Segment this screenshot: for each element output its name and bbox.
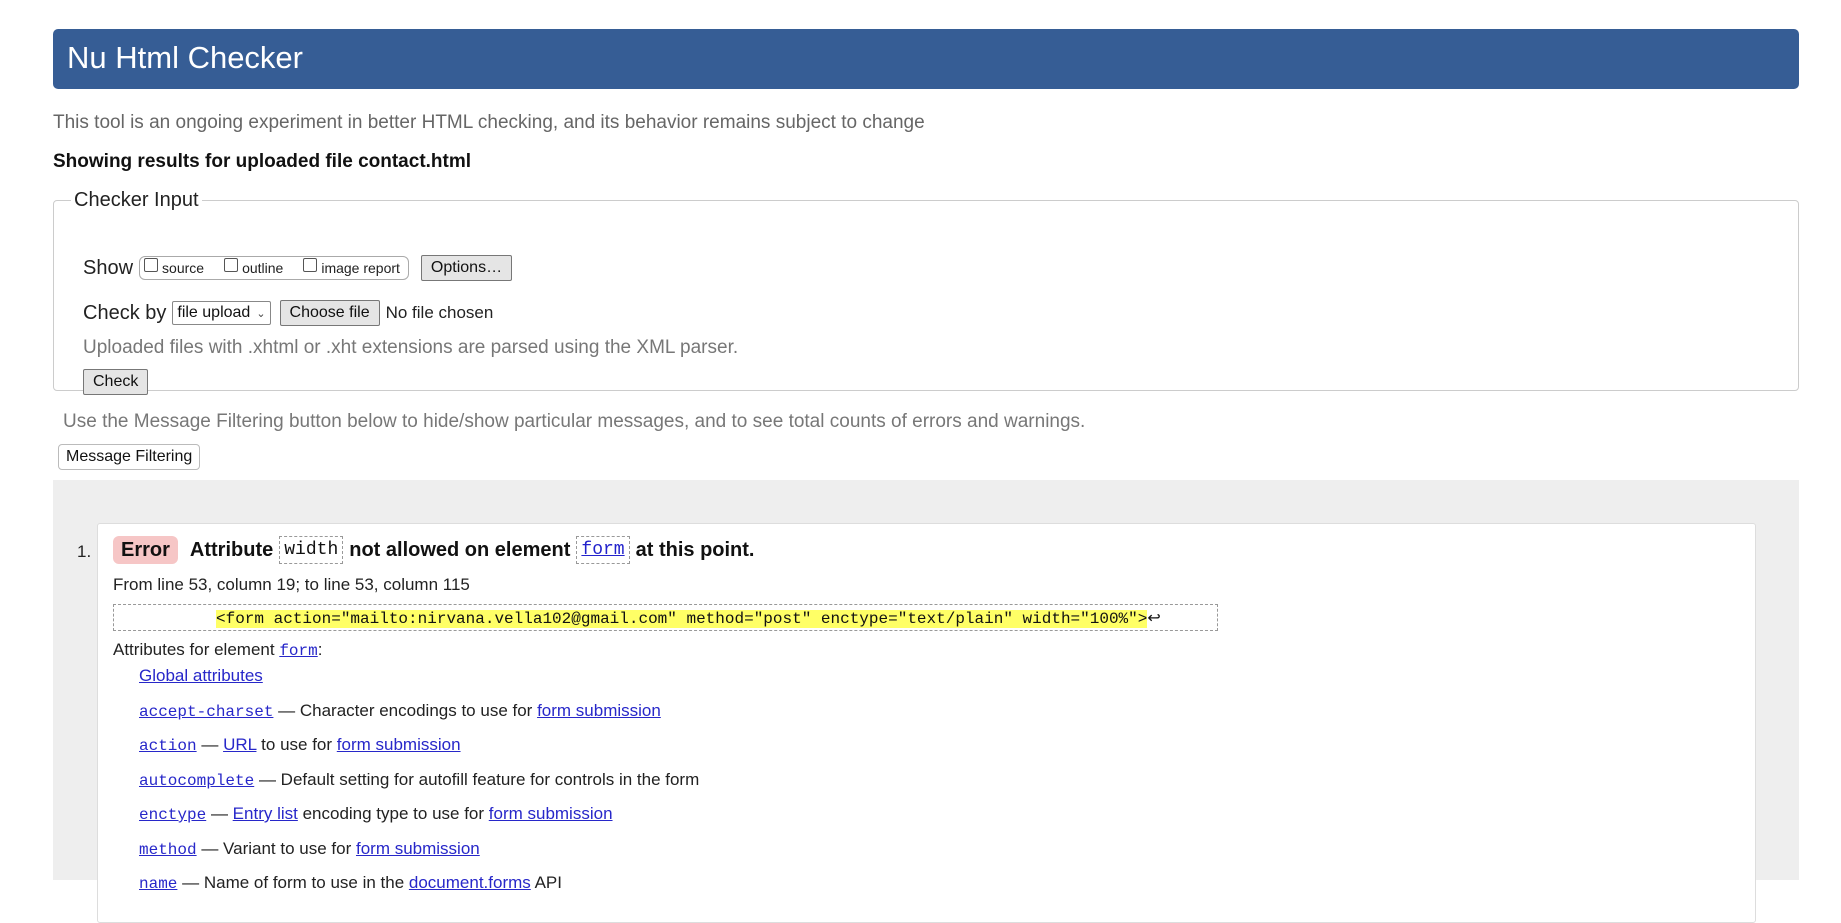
attribute-description: — Default setting for autofill feature f… xyxy=(254,769,700,789)
check-by-value: file upload xyxy=(177,304,251,321)
attribute-description: — Variant to use for xyxy=(196,838,356,858)
description-link[interactable]: form submission xyxy=(537,701,661,720)
attributes-title: Attributes for element form: xyxy=(113,640,322,660)
attributes-title-prefix: Attributes for element xyxy=(113,640,275,659)
show-source-option[interactable]: source xyxy=(144,258,205,276)
message-number: 1. xyxy=(77,542,92,561)
show-options-group: source outline image report xyxy=(139,256,409,280)
message-filtering-note: Use the Message Filtering button below t… xyxy=(63,411,1086,432)
message-text-1: Attribute xyxy=(189,538,274,561)
message-filtering-button[interactable]: Message Filtering xyxy=(58,444,201,470)
description-link[interactable]: document.forms xyxy=(409,873,531,892)
source-extract: <form action="mailto:nirvana.vella102@gm… xyxy=(113,604,1218,631)
chevron-down-icon: ⌄ xyxy=(256,307,266,320)
attribute-code: width xyxy=(279,536,344,564)
message-text-2: not allowed on element xyxy=(349,538,571,561)
element-link[interactable]: form xyxy=(576,536,630,564)
message-text-3: at this point. xyxy=(635,538,755,561)
image-report-checkbox[interactable] xyxy=(303,258,318,272)
list-item: Global attributes xyxy=(139,664,699,699)
description-link-2[interactable]: form submission xyxy=(489,804,613,823)
list-item: action — URL to use for form submission xyxy=(139,733,699,768)
description-link[interactable]: Entry list xyxy=(233,804,298,823)
attribute-doc-link[interactable]: Global attributes xyxy=(139,666,263,685)
attribute-description: — xyxy=(196,735,224,754)
checker-input-legend: Checker Input xyxy=(74,189,199,211)
page-title: Nu Html Checker xyxy=(67,40,303,75)
page-header: Nu Html Checker xyxy=(53,29,1799,89)
attribute-link[interactable]: name xyxy=(139,875,177,893)
error-message: Error Attribute width not allowed on ele… xyxy=(97,523,1756,923)
list-item: accept-charset — Character encodings to … xyxy=(139,699,699,734)
attribute-link[interactable]: autocomplete xyxy=(139,772,254,790)
attributes-title-suffix: : xyxy=(317,640,323,659)
attributes-element-link[interactable]: form xyxy=(279,642,317,660)
results-heading: Showing results for uploaded file contac… xyxy=(53,151,472,172)
attribute-description-2: to use for xyxy=(256,735,337,754)
error-badge: Error xyxy=(113,536,178,564)
attribute-description: — xyxy=(206,804,233,823)
description-link[interactable]: form submission xyxy=(356,839,480,858)
list-item: autocomplete — Default setting for autof… xyxy=(139,768,699,803)
attribute-link[interactable]: enctype xyxy=(139,806,206,824)
image-report-label: image report xyxy=(321,260,400,276)
list-item: enctype — Entry list encoding type to us… xyxy=(139,802,699,837)
show-row: Show source outline image report Options… xyxy=(83,254,513,282)
description-link[interactable]: URL xyxy=(223,735,256,754)
show-label: Show xyxy=(83,256,134,279)
options-button[interactable]: Options… xyxy=(420,255,513,281)
outline-checkbox[interactable] xyxy=(224,258,239,272)
attribute-description-2: API xyxy=(530,873,562,892)
tagline: This tool is an ongoing experiment in be… xyxy=(53,112,925,133)
list-item: name — Name of form to use in the docume… xyxy=(139,871,699,906)
check-by-select[interactable]: file upload ⌄ xyxy=(172,301,271,325)
description-link-2[interactable]: form submission xyxy=(337,735,461,754)
attribute-list: Global attributes accept-charset — Chara… xyxy=(139,664,699,906)
show-outline-option[interactable]: outline xyxy=(224,258,284,276)
list-item: method — Variant to use for form submiss… xyxy=(139,837,699,872)
attribute-description: — Name of form to use in the xyxy=(177,873,409,892)
check-button[interactable]: Check xyxy=(83,369,149,395)
source-label: source xyxy=(162,260,205,276)
attribute-link[interactable]: action xyxy=(139,737,197,755)
xml-parser-note: Uploaded files with .xhtml or .xht exten… xyxy=(83,337,739,358)
results-panel: 1. Error Attribute width not allowed on … xyxy=(53,480,1799,923)
highlighted-source: <form action="mailto:nirvana.vella102@gm… xyxy=(216,610,1148,628)
choose-file-button[interactable]: Choose file xyxy=(279,300,380,326)
return-icon: ↩ xyxy=(1147,608,1161,627)
message-location: From line 53, column 19; to line 53, col… xyxy=(113,575,470,594)
attribute-link[interactable]: accept-charset xyxy=(139,703,273,721)
attribute-description-2: encoding type to use for xyxy=(297,804,489,823)
show-image-report-option[interactable]: image report xyxy=(303,258,400,276)
attribute-link[interactable]: method xyxy=(139,841,197,859)
checker-input-fieldset: Checker Input Show source outline image … xyxy=(53,188,1799,395)
check-by-label: Check by xyxy=(83,301,167,324)
message-heading: Error Attribute width not allowed on ele… xyxy=(113,536,755,564)
attribute-description: — Character encodings to use for xyxy=(273,700,538,720)
file-status: No file chosen xyxy=(385,303,494,322)
source-checkbox[interactable] xyxy=(144,258,159,272)
check-by-row: Check by file upload ⌄ Choose file No fi… xyxy=(83,299,493,327)
outline-label: outline xyxy=(242,260,284,276)
